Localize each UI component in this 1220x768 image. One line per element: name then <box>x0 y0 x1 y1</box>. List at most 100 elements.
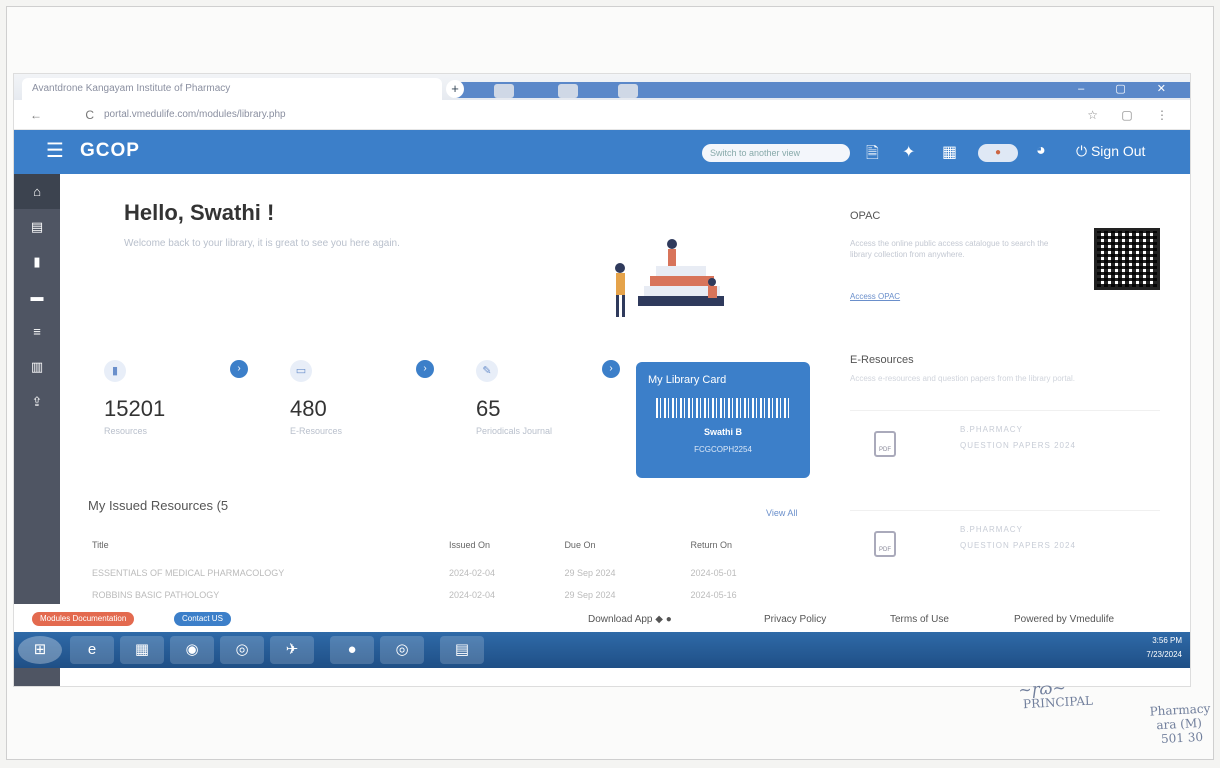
column-header: Due On <box>564 540 596 550</box>
university-icon[interactable]: ⌂ <box>14 174 60 209</box>
eresource-line1: B.PHARMACY <box>960 425 1023 434</box>
browser-tab-bar: Avantdrone Kangayam Institute of Pharmac… <box>14 74 1190 100</box>
barcode-icon <box>656 398 790 418</box>
reading-illustration-icon <box>615 239 724 317</box>
launcher-icon[interactable]: ✈ <box>270 636 314 664</box>
trophy-icon[interactable]: ● <box>978 144 1018 162</box>
file-icon[interactable]: ▮ <box>14 244 60 279</box>
rocket-icon[interactable]: ✦ <box>902 142 915 162</box>
url-field[interactable]: portal.vmedulife.com/modules/library.php <box>104 109 286 120</box>
stat-value: 65 <box>476 396 501 421</box>
page-title: Hello, Swathi ! <box>124 200 275 225</box>
apple-icon[interactable]: ● <box>666 614 672 625</box>
nav-buttons[interactable]: ← C <box>30 108 114 122</box>
pdf-icon: PDF <box>874 431 896 457</box>
qr-code-icon <box>1094 228 1160 290</box>
contact-us-button[interactable]: Contact US <box>174 612 231 626</box>
browser-tab[interactable]: Avantdrone Kangayam Institute of Pharmac… <box>22 78 442 100</box>
stat-periodicals: ✎ › 65 Periodicals Journal <box>476 360 636 436</box>
eresource-line1: B.PHARMACY <box>960 525 1023 534</box>
column-header: Return On <box>690 540 733 550</box>
tray-date: 7/23/2024 <box>1146 650 1182 659</box>
brand-name: GCOP <box>80 140 140 161</box>
background-tab[interactable] <box>494 84 514 98</box>
spreadsheet-icon[interactable]: ▤ <box>440 636 484 664</box>
apps-grid-icon[interactable]: ▦ <box>942 142 957 162</box>
start-button-icon[interactable]: ⊞ <box>18 636 62 664</box>
table-cell: ROBBINS BASIC PATHOLOGY <box>92 590 220 600</box>
access-opac-link[interactable]: Access OPAC <box>850 292 900 301</box>
app-header: ☰ GCOP Switch to another view 🗎 ✦ ▦ ● ◕ … <box>14 130 1190 174</box>
background-tab[interactable] <box>558 84 578 98</box>
switch-view-input[interactable]: Switch to another view <box>702 144 850 162</box>
card-holder-name: Swathi B <box>703 427 742 437</box>
document-icon[interactable]: ▤ <box>14 209 60 244</box>
upload-icon[interactable]: ⇪ <box>14 384 60 419</box>
folder-icon[interactable]: ▦ <box>120 636 164 664</box>
hamburger-menu-icon[interactable]: ☰ <box>46 138 64 163</box>
chrome-icon[interactable]: ◎ <box>380 636 424 664</box>
eresources-subtitle: Access e-resources and question papers f… <box>850 374 1075 383</box>
windows-taskbar: ⊞ e ▦ ◉ ◎ ✈ ● ◎ ▤ 3:56 PM 7/23/2024 <box>14 632 1190 668</box>
download-app-link[interactable]: Download App ◆ ● <box>588 614 672 625</box>
go-arrow-icon[interactable]: › <box>416 360 434 378</box>
eresource-item[interactable]: PDF B.PHARMACY QUESTION PAPERS 2024 <box>850 410 1160 502</box>
avatar-icon[interactable]: ◕ <box>1036 142 1046 160</box>
issued-resources-table: Title Issued On Due On Return On ESSENTI… <box>88 534 802 606</box>
list-icon[interactable]: ≡ <box>14 314 60 349</box>
stamp-line: 501 30 <box>1160 729 1204 747</box>
terms-link[interactable]: Terms of Use <box>890 614 949 625</box>
opac-title: OPAC <box>850 210 881 222</box>
table-cell: 29 Sep 2024 <box>564 568 616 578</box>
laptop-icon: ▭ <box>290 360 312 382</box>
window-controls[interactable]: – ▢ ✕ <box>1078 82 1180 95</box>
modules-documentation-button[interactable]: Modules Documentation <box>32 612 135 626</box>
android-icon[interactable]: ◆ <box>655 614 663 625</box>
stat-label: E-Resources <box>290 426 343 436</box>
book-icon: ▮ <box>104 360 126 382</box>
firefox-icon[interactable]: ● <box>330 636 374 664</box>
tray-time: 3:56 PM <box>1152 636 1182 645</box>
table-cell: ESSENTIALS OF MEDICAL PHARMACOLOGY <box>92 568 285 578</box>
address-bar: ← C portal.vmedulife.com/modules/library… <box>14 100 1190 130</box>
ie-icon[interactable]: e <box>70 636 114 664</box>
view-all-link[interactable]: View All <box>766 508 797 518</box>
table-row[interactable]: ESSENTIALS OF MEDICAL PHARMACOLOGY 2024-… <box>88 562 802 584</box>
card-id: FCGCOPH2254 <box>694 445 752 454</box>
book-icon[interactable]: ▥ <box>14 349 60 384</box>
column-header: Issued On <box>449 540 491 550</box>
eresource-item[interactable]: PDF B.PHARMACY QUESTION PAPERS 2024 <box>850 510 1160 602</box>
column-header: Title <box>92 540 109 550</box>
eresource-line2: QUESTION PAPERS 2024 <box>960 441 1076 450</box>
table-cell: 2024-02-04 <box>449 568 496 578</box>
sign-out-label: Sign Out <box>1090 143 1146 159</box>
stat-value: 15201 <box>104 396 166 421</box>
stat-label: Periodicals Journal <box>476 426 553 436</box>
table-header-row: Title Issued On Due On Return On <box>88 534 802 562</box>
system-tray[interactable]: 3:56 PM 7/23/2024 <box>1146 634 1182 662</box>
document-icon[interactable]: 🗎 <box>866 142 879 169</box>
card-icon[interactable]: ▬ <box>14 279 60 314</box>
go-arrow-icon[interactable]: › <box>230 360 248 378</box>
stat-resources: ▮ › 15201 Resources <box>104 360 264 436</box>
browser-toolbar-icons[interactable]: ☆ ▢ ⋮ <box>1087 108 1178 122</box>
journal-icon: ✎ <box>476 360 498 382</box>
eresource-line2: QUESTION PAPERS 2024 <box>960 541 1076 550</box>
background-tab[interactable] <box>618 84 638 98</box>
pdf-icon: PDF <box>874 531 896 557</box>
sign-out-button[interactable]: ⏻ Sign Out <box>1076 143 1145 160</box>
table-row[interactable]: ROBBINS BASIC PATHOLOGY 2024-02-04 29 Se… <box>88 584 802 606</box>
go-arrow-icon[interactable]: › <box>602 360 620 378</box>
main-content: Hello, Swathi ! Welcome back to your lib… <box>60 174 1190 644</box>
monitor-screen: Avantdrone Kangayam Institute of Pharmac… <box>14 74 1190 686</box>
new-tab-button[interactable]: + <box>446 80 464 98</box>
media-player-icon[interactable]: ◉ <box>170 636 214 664</box>
principal-stamp: ~ɼɷ~ PRINCIPAL Pharmacy ara (M) 501 30 <box>958 674 1212 767</box>
table-cell: 29 Sep 2024 <box>564 590 616 600</box>
privacy-policy-link[interactable]: Privacy Policy <box>764 614 826 625</box>
chrome-icon[interactable]: ◎ <box>220 636 264 664</box>
table-cell: 2024-05-01 <box>690 568 737 578</box>
page-footer: Modules Documentation Contact US Downloa… <box>14 604 1190 632</box>
library-card[interactable]: My Library Card Swathi B FCGCOPH2254 <box>636 362 810 478</box>
eresources-title: E-Resources <box>850 354 914 366</box>
